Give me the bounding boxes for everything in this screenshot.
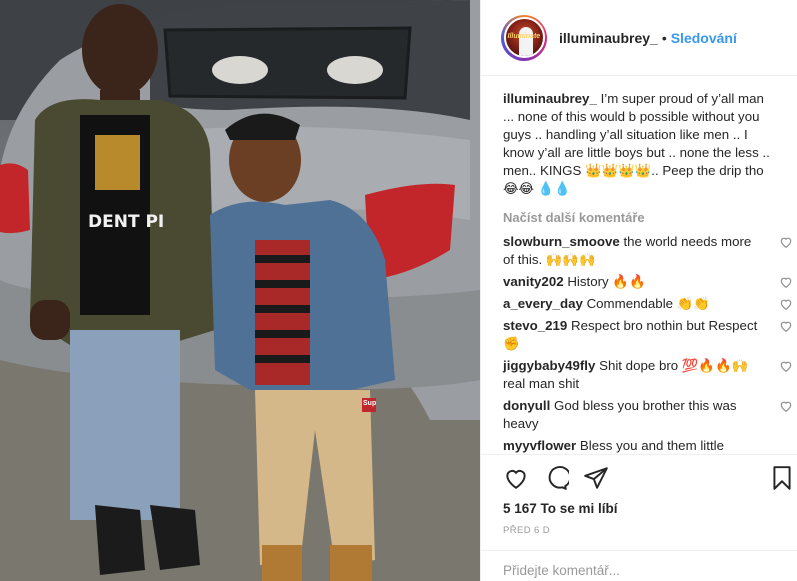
- avatar[interactable]: Illuminate: [503, 17, 545, 58]
- heart-outline-icon[interactable]: [779, 319, 793, 333]
- comment-text: Commendable 👏👏: [586, 296, 710, 311]
- share-icon[interactable]: [583, 465, 609, 491]
- post-username[interactable]: illuminaubrey_: [559, 30, 658, 46]
- likes-count[interactable]: 5 167 To se mi líbí: [503, 501, 618, 516]
- comment-item: myyvflower Bless you and them little: [503, 437, 763, 454]
- load-more-comments-button[interactable]: Načíst další komentáře: [503, 210, 778, 225]
- comment-text: Bless you and them little: [579, 438, 724, 453]
- post-timestamp[interactable]: PŘED 6 D: [503, 525, 550, 536]
- post-photo[interactable]: DENT PI Sup: [0, 0, 480, 581]
- comment-item: donyull God bless you brother this was h…: [503, 397, 792, 433]
- caption-text: I’m super proud of y’all man ... none of…: [503, 91, 770, 196]
- avatar-text: Illuminate: [507, 33, 541, 40]
- comment-username[interactable]: myyvflower: [503, 438, 576, 453]
- heart-outline-icon[interactable]: [779, 399, 793, 413]
- post-actions-bar: [481, 454, 797, 500]
- comment-username[interactable]: slowburn_smoove: [503, 234, 620, 249]
- heart-icon[interactable]: [503, 465, 529, 491]
- comment-username[interactable]: stevo_219: [503, 318, 567, 333]
- comment-item: vanity202 History 🔥🔥: [503, 273, 792, 291]
- comment-username[interactable]: jiggybaby49fly: [503, 358, 595, 373]
- bookmark-icon[interactable]: [769, 465, 795, 491]
- avatar-story-ring[interactable]: Illuminate: [501, 14, 547, 61]
- comments-list[interactable]: illuminaubrey_ I’m super proud of y’all …: [481, 77, 797, 454]
- heart-outline-icon[interactable]: [779, 275, 793, 289]
- follow-button[interactable]: Sledování: [671, 30, 737, 46]
- comment-item: a_every_day Commendable 👏👏: [503, 295, 792, 313]
- comment-item: stevo_219 Respect bro nothin but Respect…: [503, 317, 792, 353]
- shirt-print-text: DENT PI: [88, 212, 165, 232]
- photo-illustration: [0, 0, 480, 581]
- heart-outline-icon[interactable]: [779, 235, 793, 249]
- caption-username[interactable]: illuminaubrey_: [503, 91, 597, 106]
- comment-item: slowburn_smoove the world needs more of …: [503, 233, 792, 269]
- header-separator: •: [661, 29, 667, 46]
- comment-username[interactable]: donyull: [503, 398, 550, 413]
- comment-text: History 🔥🔥: [567, 274, 646, 289]
- post-side-panel: Illuminate illuminaubrey_ • Sledování il…: [480, 0, 797, 581]
- comment-username[interactable]: vanity202: [503, 274, 564, 289]
- comment-username[interactable]: a_every_day: [503, 296, 583, 311]
- comment-icon[interactable]: [543, 465, 569, 491]
- heart-outline-icon[interactable]: [779, 297, 793, 311]
- post-caption: illuminaubrey_ I’m super proud of y’all …: [503, 90, 773, 198]
- add-comment-input[interactable]: Přidejte komentář...: [481, 550, 797, 581]
- post-header: Illuminate illuminaubrey_ • Sledování: [481, 0, 797, 76]
- comment-item: jiggybaby49fly Shit dope bro 💯🔥🔥🙌 real m…: [503, 357, 792, 393]
- sticker-text: Sup: [363, 400, 377, 407]
- avatar-figure: [518, 27, 533, 56]
- heart-outline-icon[interactable]: [779, 359, 793, 373]
